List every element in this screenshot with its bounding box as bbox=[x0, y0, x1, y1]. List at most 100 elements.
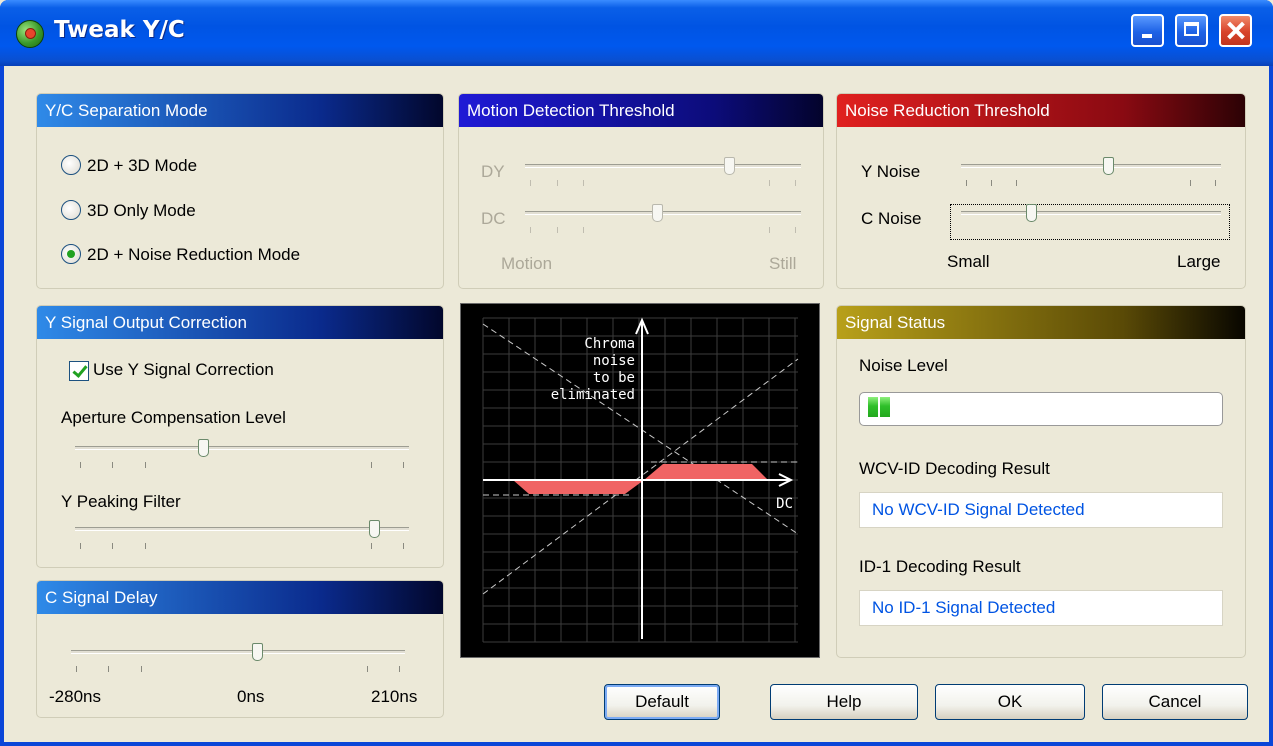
slider-tick bbox=[795, 180, 796, 186]
y-noise-slider[interactable] bbox=[961, 156, 1221, 196]
radio-label: 2D + 3D Mode bbox=[87, 156, 198, 175]
slider-tick bbox=[1215, 180, 1216, 186]
yc-separation-header: Y/C Separation Mode bbox=[37, 94, 443, 127]
noise-reduction-group: Noise Reduction Threshold Y Noise C Nois… bbox=[836, 93, 1246, 289]
minimize-button[interactable] bbox=[1131, 14, 1164, 47]
slider-thumb[interactable] bbox=[724, 157, 735, 175]
radio-2d-3d[interactable]: 2D + 3D Mode bbox=[61, 154, 361, 178]
graph-ylabel-line2: noise bbox=[593, 353, 635, 369]
slider-thumb[interactable] bbox=[198, 439, 209, 457]
peaking-slider[interactable] bbox=[75, 519, 409, 559]
slider-track[interactable] bbox=[75, 527, 409, 531]
slider-track[interactable] bbox=[75, 446, 409, 450]
slider-tick bbox=[80, 543, 81, 549]
slider-thumb[interactable] bbox=[1026, 204, 1037, 222]
slider-tick bbox=[1190, 180, 1191, 186]
slider-tick bbox=[530, 227, 531, 233]
slider-thumb[interactable] bbox=[252, 643, 263, 661]
close-button[interactable] bbox=[1219, 14, 1252, 47]
slider-tick bbox=[557, 180, 558, 186]
window-title: Tweak Y/C bbox=[54, 17, 185, 43]
peaking-label: Y Peaking Filter bbox=[61, 492, 181, 511]
radio-button-selected[interactable] bbox=[61, 244, 81, 264]
id1-result-field: No ID-1 Signal Detected bbox=[859, 590, 1223, 626]
positive-noise-region bbox=[644, 464, 768, 480]
radio-2d-noise-reduction[interactable]: 2D + Noise Reduction Mode bbox=[61, 243, 401, 267]
signal-status-group: Signal Status Noise Level WCV-ID Decodin… bbox=[836, 305, 1246, 658]
y-signal-group: Y Signal Output Correction Use Y Signal … bbox=[36, 305, 444, 568]
motion-detection-header: Motion Detection Threshold bbox=[459, 94, 823, 127]
id1-label: ID-1 Decoding Result bbox=[859, 557, 1021, 576]
slider-tick bbox=[403, 462, 404, 468]
slider-tick bbox=[145, 462, 146, 468]
slider-track[interactable] bbox=[525, 211, 801, 215]
c-delay-slider[interactable] bbox=[71, 642, 405, 682]
diagonal-down-line bbox=[482, 323, 799, 535]
slider-tick bbox=[403, 543, 404, 549]
slider-tick bbox=[371, 543, 372, 549]
slider-thumb[interactable] bbox=[1103, 157, 1114, 175]
slider-tick bbox=[557, 227, 558, 233]
graph-ylabel-line3: to be bbox=[593, 370, 635, 386]
c-noise-label: C Noise bbox=[861, 209, 922, 228]
slider-track[interactable] bbox=[71, 650, 405, 654]
slider-tick bbox=[1016, 180, 1017, 186]
cancel-button[interactable]: Cancel bbox=[1102, 684, 1248, 720]
delay-max-label: 210ns bbox=[371, 687, 418, 706]
c-noise-slider[interactable] bbox=[961, 203, 1221, 243]
aperture-slider[interactable] bbox=[75, 438, 409, 478]
slider-tick bbox=[583, 180, 584, 186]
noise-level-label: Noise Level bbox=[859, 356, 948, 375]
slider-track[interactable] bbox=[961, 211, 1221, 215]
noise-reduction-header: Noise Reduction Threshold bbox=[837, 94, 1245, 127]
slider-tick bbox=[530, 180, 531, 186]
slider-track[interactable] bbox=[525, 164, 801, 168]
yc-separation-group: Y/C Separation Mode 2D + 3D Mode 3D Only… bbox=[36, 93, 444, 289]
delay-min-label: -280ns bbox=[49, 687, 101, 706]
noise-graph-svg: Chroma noise to be eliminated DC bbox=[482, 317, 799, 643]
noise-max-label: Large bbox=[1177, 252, 1221, 271]
default-button[interactable]: Default bbox=[604, 684, 720, 720]
motion-max-label: Still bbox=[769, 254, 797, 273]
radio-button[interactable] bbox=[61, 200, 81, 220]
dc-slider[interactable] bbox=[525, 203, 801, 243]
wcv-label: WCV-ID Decoding Result bbox=[859, 459, 1050, 478]
dy-slider[interactable] bbox=[525, 156, 801, 196]
noise-graph: Chroma noise to be eliminated DC bbox=[460, 303, 820, 658]
signal-status-header: Signal Status bbox=[837, 306, 1245, 339]
aperture-label: Aperture Compensation Level bbox=[61, 408, 286, 427]
radio-label: 3D Only Mode bbox=[87, 201, 196, 220]
slider-tick bbox=[583, 227, 584, 233]
noise-meter-segment bbox=[868, 397, 878, 417]
help-button[interactable]: Help bbox=[770, 684, 918, 720]
slider-tick bbox=[145, 543, 146, 549]
ok-button[interactable]: OK bbox=[935, 684, 1085, 720]
motion-detection-group: Motion Detection Threshold DY DC Motion … bbox=[458, 93, 824, 289]
slider-tick bbox=[769, 180, 770, 186]
c-delay-header: C Signal Delay bbox=[37, 581, 443, 614]
slider-tick bbox=[108, 666, 109, 672]
radio-3d-only[interactable]: 3D Only Mode bbox=[61, 199, 361, 223]
dy-label: DY bbox=[481, 162, 505, 181]
slider-track[interactable] bbox=[961, 164, 1221, 168]
motion-min-label: Motion bbox=[501, 254, 553, 273]
slider-tick bbox=[112, 462, 113, 468]
radio-label: 2D + Noise Reduction Mode bbox=[87, 245, 301, 264]
noise-level-meter bbox=[859, 392, 1223, 426]
c-delay-group: C Signal Delay -280ns 0ns 210ns bbox=[36, 580, 444, 718]
y-signal-header: Y Signal Output Correction bbox=[37, 306, 443, 339]
use-y-signal-label: Use Y Signal Correction bbox=[93, 360, 274, 379]
radio-button[interactable] bbox=[61, 155, 81, 175]
slider-tick bbox=[966, 180, 967, 186]
maximize-button[interactable] bbox=[1175, 14, 1208, 47]
app-icon bbox=[16, 20, 44, 48]
slider-tick bbox=[80, 462, 81, 468]
slider-thumb[interactable] bbox=[369, 520, 380, 538]
title-bar[interactable]: Tweak Y/C bbox=[0, 0, 1273, 66]
graph-xlabel: DC bbox=[776, 496, 793, 512]
use-y-signal-checkbox[interactable] bbox=[69, 361, 89, 381]
slider-thumb[interactable] bbox=[652, 204, 663, 222]
slider-tick bbox=[76, 666, 77, 672]
dc-label: DC bbox=[481, 209, 506, 228]
slider-tick bbox=[141, 666, 142, 672]
